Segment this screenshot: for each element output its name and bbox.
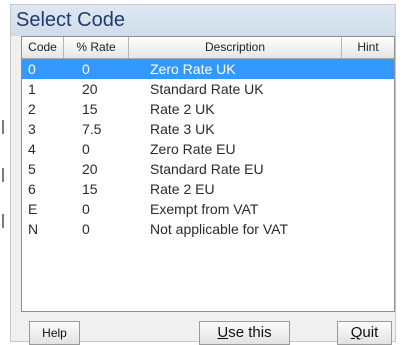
code-cell: 2 — [28, 101, 36, 117]
use-this-mnemonic: U — [217, 324, 229, 341]
help-button[interactable]: Help — [29, 321, 80, 345]
column-header-rate[interactable]: % Rate — [64, 37, 129, 58]
quit-label: uit — [362, 324, 379, 341]
rate-cell: 20 — [82, 81, 98, 97]
use-this-button[interactable]: Use this — [199, 321, 290, 345]
code-table[interactable]: Code % Rate Description Hint 0 0 Zero Rate… — [21, 36, 395, 312]
rate-cell: 0 — [82, 201, 90, 217]
description-cell: Rate 2 UK — [150, 101, 215, 117]
table-row[interactable]: N 0 Not applicable for VAT — [22, 219, 394, 239]
rate-cell: 20 — [82, 161, 98, 177]
column-header-description[interactable]: Description — [129, 37, 342, 58]
rate-cell: 0 — [82, 221, 90, 237]
table-row[interactable]: 0 0 Zero Rate UK — [22, 59, 394, 79]
quit-button[interactable]: Quit — [337, 321, 392, 345]
table-row[interactable]: 4 0 Zero Rate EU — [22, 139, 394, 159]
code-cell: 0 — [28, 61, 36, 77]
code-cell: N — [28, 221, 39, 237]
select-code-dialog: Select Code Code % Rate Description Hint… — [10, 4, 396, 345]
code-cell: E — [28, 201, 38, 217]
code-cell: 4 — [28, 141, 36, 157]
code-cell: 3 — [28, 121, 36, 137]
rate-cell: 0 — [82, 141, 90, 157]
code-cell: 5 — [28, 161, 36, 177]
rate-cell: 7.5 — [82, 121, 102, 137]
description-cell: Zero Rate EU — [150, 141, 236, 157]
rate-cell: 15 — [82, 181, 98, 197]
description-cell: Exempt from VAT — [150, 201, 259, 217]
description-cell: Zero Rate UK — [150, 61, 236, 77]
table-row[interactable]: 5 20 Standard Rate EU — [22, 159, 394, 179]
edge-mark — [2, 120, 4, 134]
table-row[interactable]: 2 15 Rate 2 UK — [22, 99, 394, 119]
table-row[interactable]: E 0 Exempt from VAT — [22, 199, 394, 219]
table-row[interactable]: 6 15 Rate 2 EU — [22, 179, 394, 199]
use-this-label: se this — [228, 324, 272, 341]
quit-mnemonic: Q — [350, 324, 363, 341]
description-cell: Rate 3 UK — [150, 121, 215, 137]
background-window-edge — [0, 0, 10, 342]
rate-cell: 0 — [82, 61, 90, 77]
table-header: Code % Rate Description Hint — [22, 37, 394, 59]
description-cell: Standard Rate UK — [150, 81, 264, 97]
description-cell: Rate 2 EU — [150, 181, 215, 197]
code-cell: 1 — [28, 81, 36, 97]
dialog-title: Select Code — [11, 5, 395, 36]
edge-mark — [2, 168, 4, 182]
rate-cell: 15 — [82, 101, 98, 117]
description-cell: Not applicable for VAT — [150, 221, 288, 237]
code-cell: 6 — [28, 181, 36, 197]
table-row[interactable]: 3 7.5 Rate 3 UK — [22, 119, 394, 139]
description-cell: Standard Rate EU — [150, 161, 264, 177]
column-header-hint[interactable]: Hint — [342, 37, 394, 58]
edge-mark — [2, 214, 4, 228]
column-header-code[interactable]: Code — [22, 37, 64, 58]
table-row[interactable]: 1 20 Standard Rate UK — [22, 79, 394, 99]
